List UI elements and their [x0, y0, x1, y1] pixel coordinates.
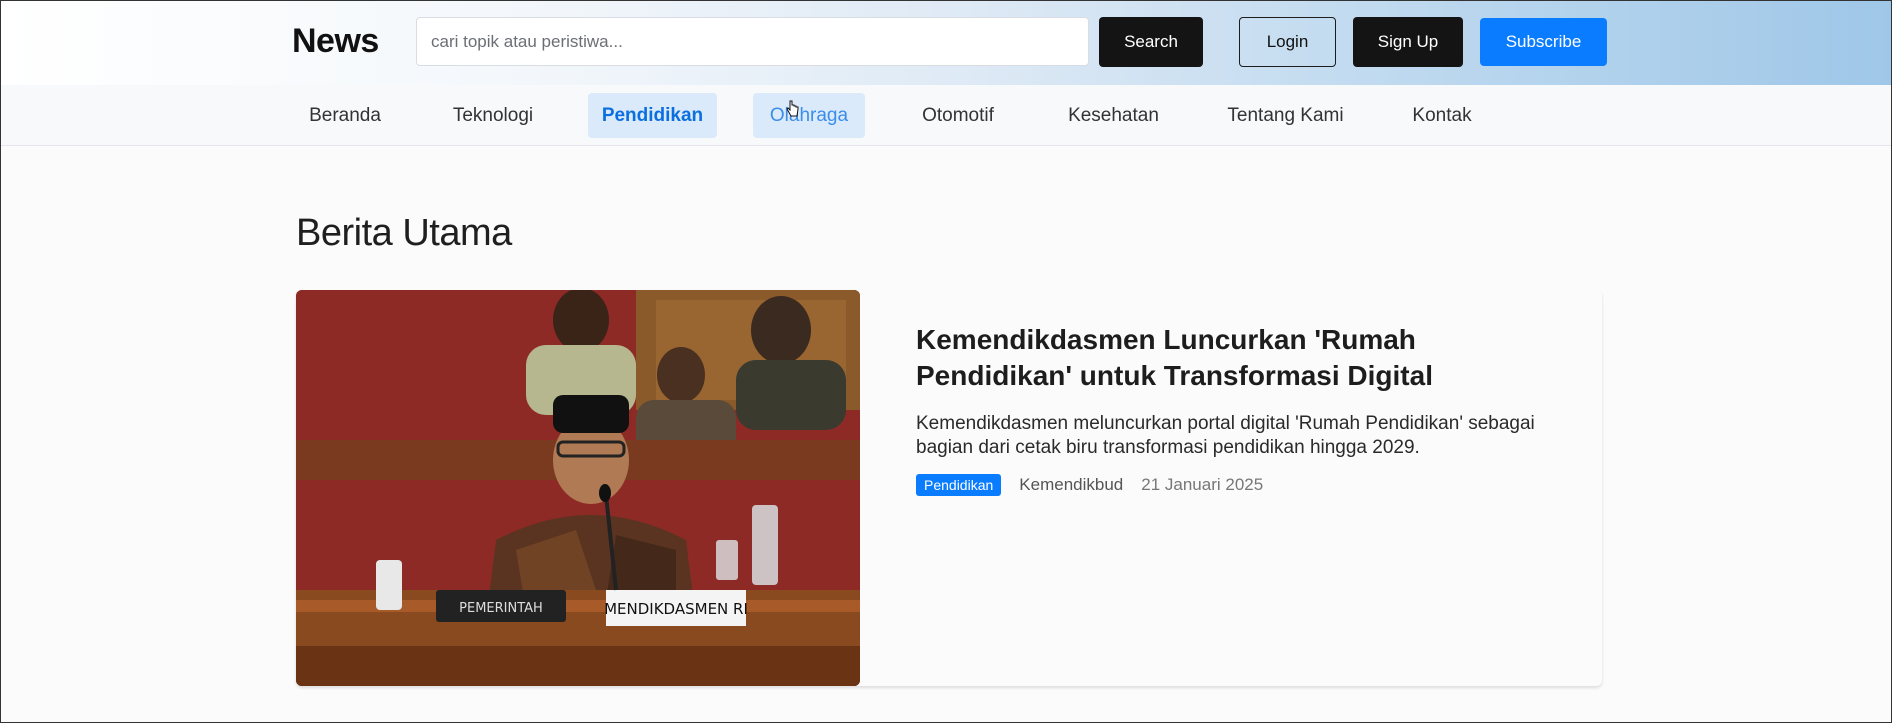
article-meta: Pendidikan Kemendikbud 21 Januari 2025 [916, 474, 1576, 496]
featured-photo-illustration: PEMERINTAH MENDIKDASMEN RI [296, 290, 860, 686]
search-input[interactable] [416, 17, 1089, 66]
featured-article-body: Kemendikdasmen Luncurkan 'Rumah Pendidik… [916, 322, 1576, 496]
plate-pemerintah-text: PEMERINTAH [459, 601, 543, 616]
nav-item-teknologi[interactable]: Teknologi [438, 93, 548, 138]
plate-mendikdasmen-text: MENDIKDASMEN RI [604, 600, 748, 618]
site-header: News Search Login Sign Up Subscribe [0, 0, 1892, 85]
nav-item-pendidikan[interactable]: Pendidikan [588, 93, 717, 138]
subscribe-button[interactable]: Subscribe [1480, 18, 1607, 66]
search-button[interactable]: Search [1099, 17, 1203, 67]
section-title: Berita Utama [296, 212, 512, 254]
article-source: Kemendikbud [1019, 475, 1124, 494]
article-summary: Kemendikdasmen meluncurkan portal digita… [916, 413, 1535, 458]
category-badge[interactable]: Pendidikan [916, 474, 1002, 496]
article-headline[interactable]: Kemendikdasmen Luncurkan 'Rumah Pendidik… [916, 322, 1576, 394]
featured-article-image[interactable]: PEMERINTAH MENDIKDASMEN RI [296, 290, 860, 686]
hand-cursor-icon [786, 100, 799, 117]
nav-item-kesehatan[interactable]: Kesehatan [1051, 93, 1176, 138]
featured-article-card[interactable]: PEMERINTAH MENDIKDASMEN RI Kemendikdasme… [296, 290, 1602, 686]
signup-button[interactable]: Sign Up [1353, 17, 1463, 67]
nav-item-tentang-kami[interactable]: Tentang Kami [1213, 93, 1358, 138]
nav-item-kontak[interactable]: Kontak [1395, 93, 1489, 138]
nav-item-olahraga[interactable]: Olahraga [753, 93, 865, 138]
nav-item-otomotif[interactable]: Otomotif [902, 93, 1014, 138]
category-nav: Beranda Teknologi Pendidikan Olahraga Ot… [0, 85, 1892, 146]
site-logo[interactable]: News [292, 22, 379, 61]
article-date: 21 Januari 2025 [1141, 475, 1264, 494]
nav-item-beranda[interactable]: Beranda [292, 93, 398, 138]
login-button[interactable]: Login [1239, 17, 1336, 67]
